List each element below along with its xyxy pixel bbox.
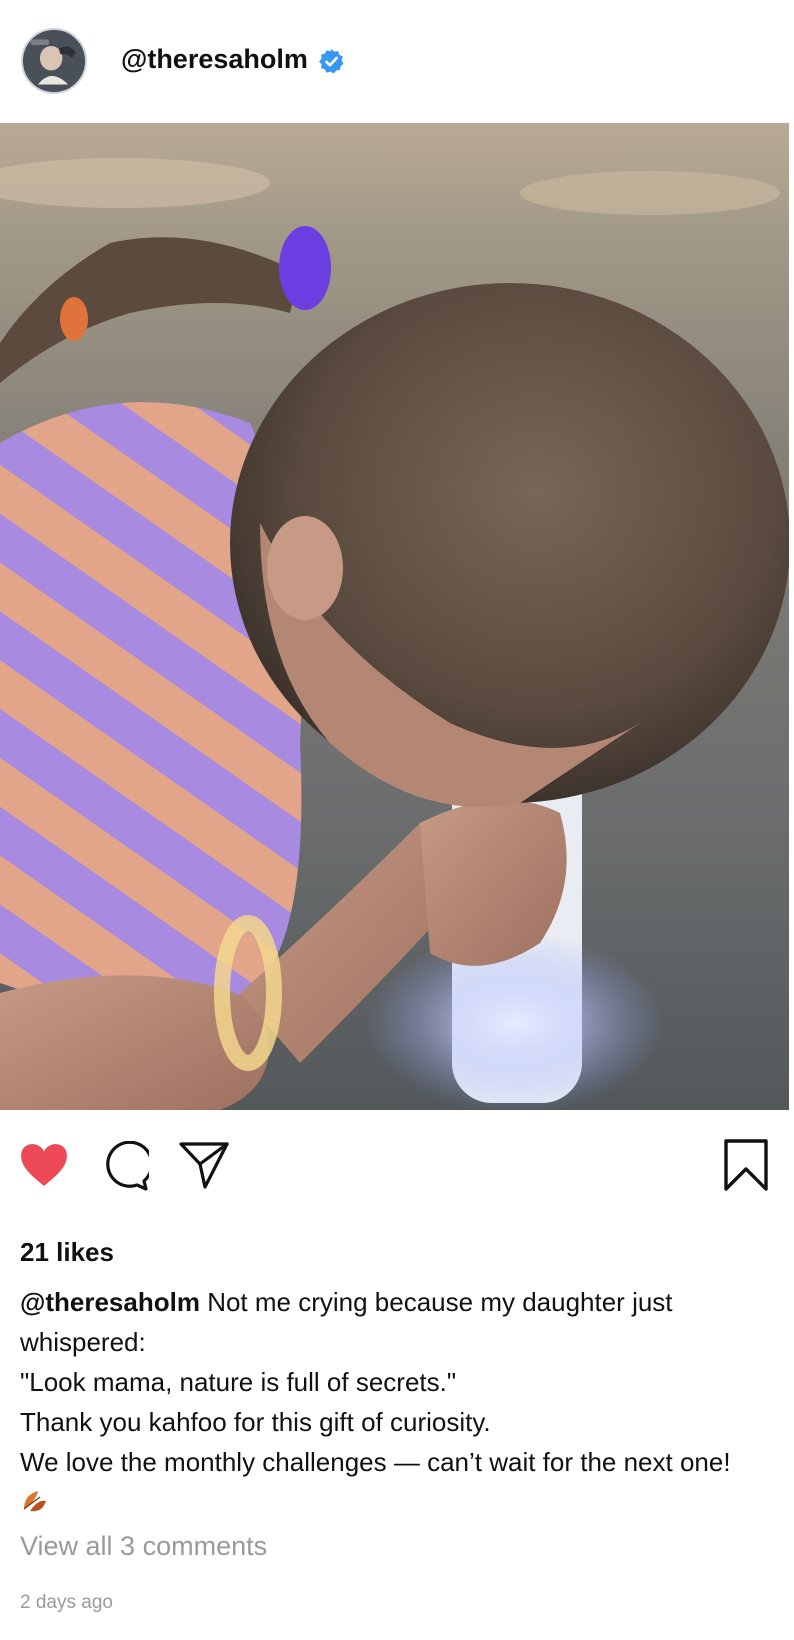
post-timestamp: 2 days ago (20, 1592, 113, 1613)
verified-badge-icon (319, 49, 344, 74)
post-caption: @theresaholm Not me crying because my da… (20, 1282, 760, 1522)
post-actions (0, 1138, 794, 1198)
view-all-comments-link[interactable]: View all 3 comments (20, 1531, 267, 1562)
likes-count[interactable]: 21 likes (20, 1237, 114, 1268)
bookmark-icon[interactable] (723, 1138, 769, 1192)
post-photo[interactable] (0, 123, 789, 1110)
avatar[interactable] (21, 28, 87, 94)
avatar-image (23, 30, 85, 92)
caption-line: "Look mama, nature is full of secrets." (20, 1367, 457, 1397)
comment-icon[interactable] (99, 1141, 149, 1191)
fallen-leaf-emoji-icon (23, 1491, 46, 1512)
photo-child-with-microscope (0, 123, 789, 1110)
caption-line: Thank you kahfoo for this gift of curios… (20, 1407, 491, 1437)
caption-line: We love the monthly challenges — can’t w… (20, 1447, 731, 1477)
paper-plane-icon[interactable] (178, 1140, 230, 1190)
username[interactable]: @theresaholm (121, 44, 308, 75)
post-header: @theresaholm (0, 0, 794, 123)
heart-icon[interactable] (19, 1142, 69, 1188)
caption-username[interactable]: @theresaholm (20, 1287, 200, 1317)
